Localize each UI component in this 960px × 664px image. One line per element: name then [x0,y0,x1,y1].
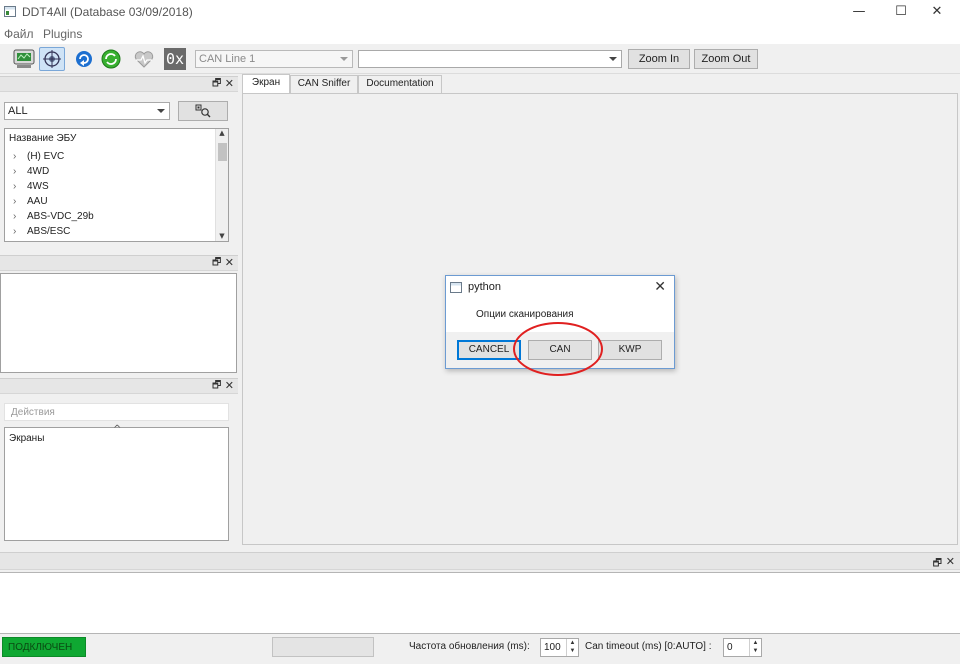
ecu-tree-header: Название ЭБУ [9,133,77,144]
dialog-title: python [468,281,502,293]
parameter-select[interactable] [358,50,622,68]
connect-icon[interactable] [99,48,123,70]
ecu-filter-select[interactable]: ALL [4,102,170,120]
heart-monitor-icon[interactable] [132,48,156,70]
app-icon [4,6,16,17]
close-icon[interactable]: ✕ [946,555,955,568]
scroll-down-icon[interactable]: ▼ [216,232,228,240]
status-bar: ПОДКЛЮЧЕН Частота обновления (ms): 100 ▲… [0,634,960,664]
hex-mode-icon[interactable]: 0x [164,48,186,70]
dialog-message: Опции сканирования [476,309,574,320]
float-icon[interactable]: 🗗 [212,258,222,268]
sort-caret-icon: ^ [113,424,122,435]
refresh-rate-value: 100 [544,642,561,653]
list-item[interactable]: › 4WD [13,166,49,177]
ecu-identify-icon[interactable] [39,47,65,71]
list-item[interactable]: › 4WS [13,181,49,192]
search-icon [195,104,211,118]
log-dock-header: 🗗 ✕ [0,552,960,570]
screens-label: Экраны [9,433,45,444]
actions-input[interactable]: Действия [4,403,229,421]
can-timeout-value: 0 [727,642,733,653]
highlight-annotation [513,322,603,376]
ecu-tree: Название ЭБУ › (H) EVC › 4WD › 4WS › AAU › AB… [4,128,229,242]
title-bar: DDT4All (Database 03/09/2018) — ☐ ✕ [0,0,960,24]
python-icon [450,282,462,293]
status-field [272,637,374,657]
close-icon[interactable]: ✕ [654,279,666,295]
screens-list: Экраны ^ [4,424,229,541]
scroll-up-icon[interactable]: ▲ [216,129,228,137]
list-item[interactable]: › ABS-VDC_29b [13,211,94,222]
can-timeout-spinner[interactable]: 0 ▲ ▼ [723,638,762,657]
spinner-arrows-icon[interactable]: ▲ ▼ [566,639,578,656]
ecu-scan-icon[interactable] [12,48,36,70]
log-area [0,572,960,634]
tab-documentation[interactable]: Documentation [358,75,442,93]
refresh-rate-label: Частота обновления (ms): [409,641,530,652]
list-item[interactable]: › AAU [13,196,48,207]
actions-dock-header: 🗗 ✕ [0,378,238,394]
float-icon[interactable]: 🗗 [212,381,222,391]
chevron-right-icon: › [13,181,17,192]
can-timeout-label: Can timeout (ms) [0:AUTO] : [585,641,712,652]
zoom-out-button[interactable]: Zoom Out [694,49,758,69]
ecu-search-button[interactable] [178,101,228,121]
connection-status: ПОДКЛЮЧЕН [2,637,86,657]
chevron-right-icon: › [13,211,17,222]
tab-screen[interactable]: Экран [242,74,290,94]
chevron-down-icon [340,57,348,61]
close-icon[interactable]: ✕ [225,380,234,392]
can-line-select[interactable]: CAN Line 1 [195,50,353,68]
chevron-right-icon: › [13,151,17,162]
refresh-icon[interactable] [72,48,96,70]
refresh-rate-spinner[interactable]: 100 ▲ ▼ [540,638,579,657]
window-title: DDT4All (Database 03/09/2018) [22,5,193,19]
scroll-thumb[interactable] [218,143,227,161]
minimize-button[interactable]: — [836,0,882,24]
menu-file[interactable]: Файл [4,27,34,41]
toolbar: 0x CAN Line 1 Zoom In Zoom Out [0,44,960,74]
chevron-right-icon: › [13,166,17,177]
ecu-dock-header: 🗗 ✕ [0,76,238,92]
chevron-down-icon [157,109,165,113]
chevron-down-icon [609,57,617,61]
menu-plugins[interactable]: Plugins [43,27,82,41]
kwp-button[interactable]: KWP [598,340,662,360]
float-icon[interactable]: 🗗 [212,79,222,89]
ecu-filter-value: ALL [8,105,28,117]
chevron-right-icon: › [13,226,17,237]
tab-can-sniffer[interactable]: CAN Sniffer [290,75,358,93]
list-item[interactable]: › ABS/ESC [13,226,70,237]
float-icon[interactable]: 🗗 [933,556,942,573]
close-window-button[interactable]: ✕ [914,0,960,24]
chevron-right-icon: › [13,196,17,207]
close-icon[interactable]: ✕ [225,78,234,90]
list-item[interactable]: › (H) EVC [13,151,64,162]
spinner-arrows-icon[interactable]: ▲ ▼ [749,639,761,656]
cancel-button[interactable]: CANCEL [457,340,521,360]
close-icon[interactable]: ✕ [225,257,234,269]
info-panel [0,273,237,373]
info-dock-header: 🗗 ✕ [0,255,238,271]
menu-bar: Файл Plugins [0,24,960,44]
can-line-value: CAN Line 1 [199,53,256,65]
zoom-in-button[interactable]: Zoom In [628,49,690,69]
ecu-tree-scrollbar[interactable]: ▲ ▼ [215,129,228,241]
